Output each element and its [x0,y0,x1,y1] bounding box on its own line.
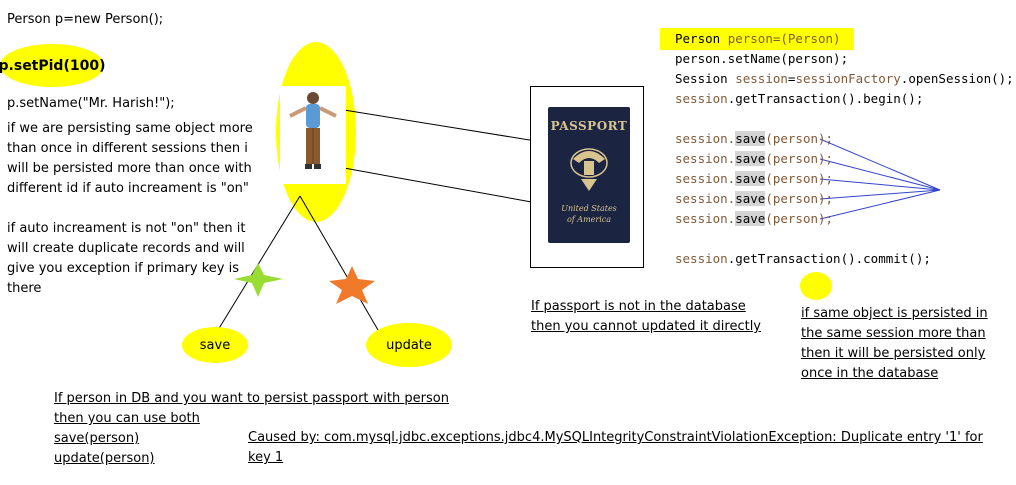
passport-title: PASSPORT [550,119,628,133]
note-different-sessions: if we are persisting same object more th… [7,119,253,199]
code-token: =(Person) [772,31,841,46]
same-session-note: if same object is persisted in the same … [801,304,988,384]
eagle-seal-icon [570,148,608,191]
code-token: .openSession(); [900,71,1014,86]
note-line: the same session more than [801,326,986,341]
code-token: Session [675,71,736,86]
note-line: then you cannot updated it directly [531,319,762,334]
connector-person-passport-2 [343,167,549,206]
passport-card: PASSPORT United States of America [530,86,644,268]
code-line-save: session.save(person); [675,189,1014,209]
code-token-save: save [735,211,766,226]
setname-line: p.setName("Mr. Harish!"); [7,96,175,111]
setpid-text: p.setPid(100) [0,57,106,74]
code-token: sessionFactory [795,71,901,86]
passport-image: PASSPORT United States of America [548,107,630,243]
person-constructor: Person p=new Person(); [7,12,164,27]
note-line: there [7,281,42,296]
code-token: session [675,91,728,106]
note-line: if same object is persisted in [801,306,988,321]
note-line: if we are persisting same object more [7,121,253,136]
code-token: (person); [765,171,834,186]
connector-to-update [299,195,379,331]
connector-person-passport-1 [343,109,549,144]
code-token-save: save [735,131,766,146]
code-spacer [675,229,1014,249]
code-token: session. [675,151,736,166]
code-token: person [727,31,773,46]
save-label: save [199,337,231,353]
yellow-dot [800,272,832,300]
note-line: then it will be persisted only [801,346,986,361]
person-image [280,86,346,184]
code-line-session: Session session=sessionFactory.openSessi… [675,69,1014,89]
update-pill: update [366,323,452,367]
code-line-save: session.save(person); [675,149,1014,169]
person-figure-icon [280,86,346,184]
code-block: Person person=(Person) person.setName(pe… [675,29,1014,269]
setpid-pill: p.setPid(100) [0,44,106,87]
code-line-save: session.save(person); [675,169,1014,189]
code-token-save: save [735,151,766,166]
code-token: (person); [765,131,834,146]
code-spacer [675,109,1014,129]
note-line: then you can use both [54,411,200,426]
note-line: than once in different sessions then i [7,141,248,156]
code-token-save: save [735,191,766,206]
exception-line: key 1 [248,450,284,465]
code-line-setname: person.setName(person); [675,51,849,66]
code-token: session [735,71,788,86]
update-label: update [386,337,432,353]
code-token: session. [675,171,736,186]
note-line: If person in DB and you want to persist … [54,391,449,406]
note-line: will be persisted more than once with [7,161,252,176]
code-token-save: save [735,171,766,186]
note-auto-increment: if auto increament is not "on" then it w… [7,219,246,299]
code-token: .getTransaction().begin(); [727,91,924,106]
exception-note: Caused by: com.mysql.jdbc.exceptions.jdb… [248,428,983,468]
code-line-begin: session.getTransaction().begin(); [675,89,1014,109]
code-token: session. [675,211,736,226]
note-line: If passport is not in the database [531,299,746,314]
star-orange-icon [329,266,375,304]
note-line: once in the database [801,366,939,381]
code-token: (person); [765,151,834,166]
passport-sub-line2: of America [566,215,612,224]
code-token: (person); [765,191,834,206]
passport-note: If passport is not in the database then … [531,297,761,337]
passport-sub-line1: United States [561,204,617,213]
note-line: different id if auto increament is "on" [7,181,249,196]
code-token: session. [675,131,736,146]
code-token: .getTransaction().commit(); [727,251,931,266]
save-pill: save [182,327,248,363]
code-line-save: session.save(person); [675,209,1014,229]
note-line: will create duplicate records and will [7,241,245,256]
passport-subtitle: United States of America [548,203,630,225]
code-token: session. [675,191,736,206]
code-line-cast: Person person=(Person) [675,29,1014,49]
code-line-save: session.save(person); [675,129,1014,149]
note-line: give you exception if primary key is [7,261,239,276]
code-token: Person [675,31,728,46]
code-line-commit: session.getTransaction().commit(); [675,249,1014,269]
code-token: (person); [765,211,834,226]
exception-line: Caused by: com.mysql.jdbc.exceptions.jdb… [248,430,983,445]
note-line: if auto increament is not "on" then it [7,221,246,236]
code-token: session [675,251,728,266]
